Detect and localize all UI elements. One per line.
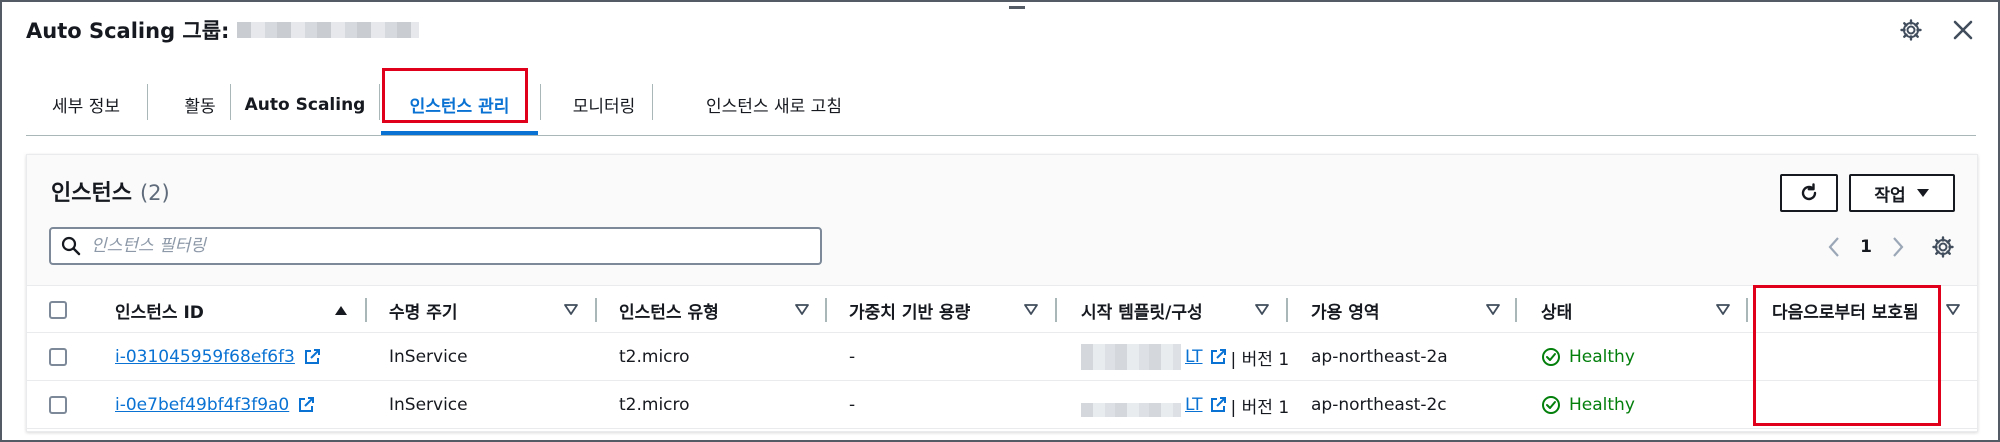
instance-filter[interactable] (49, 227, 822, 265)
tab-divider (379, 84, 380, 120)
highlight-box-protected-column (1753, 285, 1941, 426)
status-ok-icon (1542, 396, 1560, 414)
column-divider (1746, 298, 1748, 322)
template-version: | 버전 1 (1230, 397, 1290, 418)
instance-type-cell: t2.micro (619, 347, 690, 367)
row-checkbox[interactable] (49, 396, 67, 414)
column-divider (1515, 298, 1517, 322)
status-ok-icon (1542, 348, 1560, 366)
template-version: | 버전 1 (1230, 349, 1290, 370)
settings-icon[interactable] (1899, 18, 1923, 42)
lifecycle-cell: InService (389, 395, 468, 415)
refresh-icon (1801, 183, 1817, 201)
sort-desc-icon[interactable] (1254, 302, 1270, 318)
select-all-checkbox[interactable] (49, 301, 67, 319)
column-divider (595, 298, 597, 322)
close-icon[interactable] (1949, 16, 1977, 44)
panel-title-label: 인스턴스 (51, 181, 132, 206)
external-link-icon[interactable] (1209, 348, 1227, 366)
tab-auto-scaling[interactable]: Auto Scaling (231, 74, 379, 135)
sort-desc-icon[interactable] (1485, 302, 1501, 318)
tab-divider (652, 84, 653, 120)
tab-instance-refresh[interactable]: 인스턴스 새로 고침 (654, 74, 894, 135)
column-header-status[interactable]: 상태 (1541, 286, 1572, 334)
page-title: Auto Scaling 그룹: (26, 19, 230, 43)
caret-down-icon (1916, 189, 1929, 197)
modal-frame: Auto Scaling 그룹: 세부 정보 활동 Auto Scaling 인… (0, 0, 2000, 442)
instance-id-link[interactable]: i-0e7bef49bf4f3f9a0 (115, 395, 289, 415)
column-divider (365, 298, 367, 322)
lifecycle-cell: InService (389, 347, 468, 367)
column-divider (1055, 298, 1057, 322)
modal-header: Auto Scaling 그룹: (26, 16, 420, 44)
sort-desc-icon[interactable] (1715, 302, 1731, 318)
instance-id-cell: i-0e7bef49bf4f3f9a0 (115, 381, 315, 429)
status-cell: Healthy (1541, 381, 1635, 429)
instances-table: 인스턴스 ID 수명 주기 인스턴스 유형 가중치 기반 용량 시작 템플릿/구… (27, 285, 1977, 429)
sort-desc-icon[interactable] (794, 302, 810, 318)
pagination: 1 (1817, 231, 1915, 263)
status-text: Healthy (1569, 347, 1635, 367)
launch-template-cell: LT | 버전 1 (1081, 333, 1289, 381)
page-number[interactable]: 1 (1851, 237, 1881, 257)
instances-panel: 인스턴스 (2) 작업 인스턴스 필터링 1 인스턴스 ID 수명 주기 인스턴… (26, 154, 1978, 432)
column-header-availability-zone[interactable]: 가용 영역 (1311, 286, 1379, 334)
sort-desc-icon[interactable] (1945, 302, 1961, 318)
chevron-left-icon[interactable] (1817, 231, 1851, 263)
weighted-capacity-cell: - (849, 395, 856, 415)
external-link-icon[interactable] (1209, 396, 1227, 414)
redacted-template-name (1081, 403, 1181, 417)
sort-asc-icon[interactable] (333, 302, 349, 318)
redacted-group-name (237, 22, 420, 38)
status-text: Healthy (1569, 395, 1635, 415)
column-header-lifecycle[interactable]: 수명 주기 (389, 286, 457, 334)
column-divider (825, 298, 827, 322)
highlight-box-tab (382, 68, 528, 123)
column-header-instance-type[interactable]: 인스턴스 유형 (619, 286, 719, 334)
table-row[interactable]: i-0e7bef49bf4f3f9a0 InService t2.micro -… (27, 381, 1977, 429)
instance-id-link[interactable]: i-031045959f68ef6f3 (115, 347, 295, 367)
instance-type-cell: t2.micro (619, 395, 690, 415)
search-input[interactable] (91, 236, 791, 256)
tab-divider (540, 84, 541, 120)
launch-template-cell: LT | 버전 1 (1081, 381, 1289, 429)
status-cell: Healthy (1541, 333, 1635, 381)
actions-label: 작업 (1874, 185, 1906, 206)
launch-template-link[interactable]: LT (1185, 347, 1203, 367)
active-tab-indicator (381, 131, 538, 135)
weighted-capacity-cell: - (849, 347, 856, 367)
launch-template-link[interactable]: LT (1185, 395, 1203, 415)
column-divider (1286, 298, 1288, 322)
column-header-launch-template[interactable]: 시작 템플릿/구성 (1081, 286, 1203, 334)
tab-monitoring[interactable]: 모니터링 (542, 74, 666, 135)
panel-title: 인스턴스 (2) (51, 175, 170, 207)
tab-details[interactable]: 세부 정보 (26, 74, 146, 135)
instance-id-cell: i-031045959f68ef6f3 (115, 333, 321, 381)
instance-count: (2) (139, 181, 170, 205)
external-link-icon[interactable] (297, 396, 315, 414)
redacted-template-name (1081, 344, 1181, 370)
sort-desc-icon[interactable] (563, 302, 579, 318)
sort-desc-icon[interactable] (1023, 302, 1039, 318)
column-header-instance-id[interactable]: 인스턴스 ID (115, 286, 204, 334)
column-header-weighted-capacity[interactable]: 가중치 기반 용량 (849, 286, 970, 334)
chevron-right-icon[interactable] (1881, 231, 1915, 263)
row-checkbox[interactable] (49, 348, 67, 366)
table-settings-icon[interactable] (1931, 235, 1955, 259)
tab-bar: 세부 정보 활동 Auto Scaling 인스턴스 관리 모니터링 인스턴스 … (26, 74, 1976, 136)
actions-dropdown-button[interactable]: 작업 (1849, 174, 1955, 212)
availability-zone-cell: ap-northeast-2a (1311, 347, 1448, 367)
table-header-row: 인스턴스 ID 수명 주기 인스턴스 유형 가중치 기반 용량 시작 템플릿/구… (27, 285, 1977, 333)
availability-zone-cell: ap-northeast-2c (1311, 395, 1447, 415)
table-row[interactable]: i-031045959f68ef6f3 InService t2.micro -… (27, 333, 1977, 381)
refresh-button[interactable] (1780, 174, 1838, 212)
search-icon (61, 236, 81, 256)
resize-handle[interactable] (1009, 6, 1025, 9)
external-link-icon[interactable] (303, 348, 321, 366)
panel-header: 인스턴스 (2) 작업 인스턴스 필터링 1 (27, 155, 1977, 285)
